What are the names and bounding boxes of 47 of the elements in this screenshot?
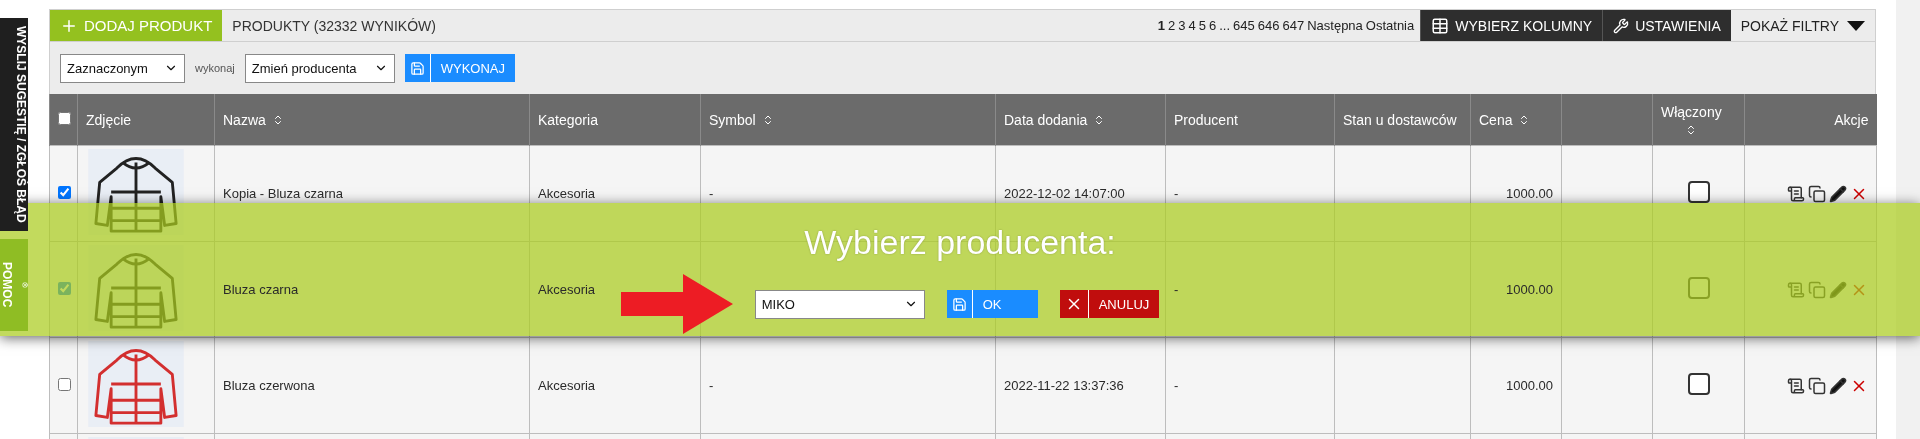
producer-text: - — [1174, 378, 1179, 393]
column-header[interactable]: Nazwa — [223, 111, 284, 128]
price-text: 1000.00 — [1506, 282, 1553, 297]
page-link[interactable]: 1 — [1157, 18, 1166, 33]
execute-label: wykonaj — [195, 62, 235, 74]
column-header[interactable]: Data dodania — [1004, 111, 1106, 128]
page-link[interactable]: Następna — [1307, 18, 1363, 33]
choose-columns-button[interactable]: WYBIERZ KOLUMNY — [1420, 10, 1603, 41]
page-link[interactable]: 3 — [1178, 18, 1186, 33]
page-link[interactable]: ... — [1219, 18, 1231, 33]
column-header: Akcje — [1834, 111, 1869, 128]
settings-button[interactable]: USTAWIENIA — [1602, 10, 1731, 41]
dialog-title: Wybierz producenta: — [804, 223, 1116, 262]
scope-select[interactable]: Zaznaczonym — [60, 53, 185, 83]
action-select[interactable]: Zmień producenta — [244, 53, 395, 83]
page-link[interactable]: Ostatnia — [1365, 18, 1415, 33]
category-text: Akcesoria — [538, 282, 596, 297]
category-text: Akcesoria — [538, 378, 596, 393]
page-link[interactable]: 647 — [1282, 18, 1305, 33]
cancel-button[interactable]: ANULUJ — [1059, 290, 1160, 318]
category-text: Akcesoria — [538, 186, 596, 201]
page-link[interactable]: 4 — [1188, 18, 1196, 33]
column-header[interactable]: Symbol — [709, 111, 774, 128]
page-link[interactable]: 2 — [1168, 18, 1176, 33]
date-text: 2022-12-02 14:07:00 — [1004, 186, 1125, 201]
page-link[interactable]: 6 — [1209, 18, 1217, 33]
symbol-text: - — [709, 186, 714, 201]
column-header: Producent — [1174, 111, 1238, 128]
page-link[interactable]: 645 — [1233, 18, 1255, 33]
symbol-text: - — [709, 378, 714, 393]
date-text: 2022-11-22 13:37:36 — [1004, 378, 1124, 393]
column-header[interactable]: Cena — [1479, 111, 1531, 128]
producer-select[interactable]: MIKO — [754, 289, 925, 319]
producer-text: - — [1174, 282, 1179, 297]
price-text: 1000.00 — [1506, 378, 1553, 393]
products-title: PRODUKTY (32332 WYNIKÓW) — [231, 16, 437, 36]
page-link[interactable]: 5 — [1198, 18, 1206, 33]
column-header: Stan u dostawców — [1343, 111, 1457, 128]
feedback-tab[interactable]: WYSLIJ SUGESTIĘ / ZGŁOŚ BŁĄD — [0, 18, 28, 231]
product-name: Bluza czarna — [223, 282, 299, 297]
page-link[interactable]: 646 — [1257, 18, 1280, 33]
column-header: Zdjęcie — [86, 111, 132, 128]
column-header: Kategoria — [538, 111, 598, 128]
product-name: Kopia - Bluza czarna — [223, 186, 343, 201]
producer-text: - — [1174, 186, 1179, 201]
product-name: Bluza czerwona — [223, 378, 315, 393]
price-text: 1000.00 — [1506, 186, 1553, 201]
